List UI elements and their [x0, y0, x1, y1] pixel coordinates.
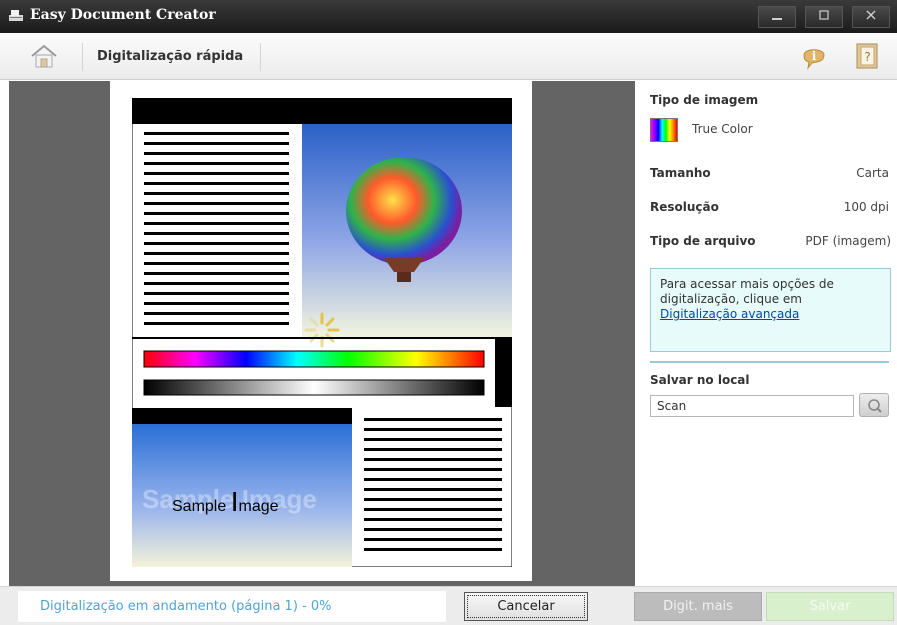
panel-divider [650, 361, 889, 363]
file-type-value[interactable]: PDF (imagem) [805, 234, 891, 248]
true-color-icon [650, 118, 678, 142]
size-value[interactable]: Carta [856, 166, 889, 180]
resolution-value[interactable]: 100 dpi [844, 200, 889, 214]
save-location-input[interactable] [650, 395, 854, 417]
image-type-label: Tipo de imagem [650, 93, 759, 107]
info-icon: i [803, 49, 825, 70]
sample-caption-before: Sample [172, 498, 231, 515]
minimize-button[interactable] [758, 6, 796, 28]
page-title: Digitalização rápida [97, 49, 244, 64]
help-button[interactable]: ? [855, 42, 881, 70]
maximize-icon [819, 10, 829, 20]
sample-caption-after: mage [238, 498, 278, 515]
info-icon-glyph: i [812, 49, 817, 63]
image-type-value[interactable]: True Color [692, 122, 753, 136]
home-icon [31, 44, 57, 68]
toolbar: Digitalização rápida i ? [0, 33, 897, 80]
search-icon [868, 399, 882, 413]
minimize-icon [772, 18, 782, 20]
info-button[interactable]: i [800, 43, 828, 71]
save-location-label: Salvar no local [650, 373, 750, 387]
scan-settings-panel: Tipo de imagem True Color Tamanho Carta … [636, 81, 897, 586]
save-button[interactable]: Salvar [766, 592, 894, 621]
close-icon [866, 10, 876, 20]
browse-location-button[interactable] [859, 393, 889, 417]
help-icon: ? [856, 43, 878, 69]
sample-caption-i: I [231, 486, 239, 517]
title-bar[interactable]: Easy Document Creator [0, 0, 897, 33]
bottom-bar: Digitalização em andamento (página 1) - … [0, 586, 897, 625]
preview-page: Sample Image Sample Image [110, 81, 532, 581]
home-button[interactable] [24, 41, 64, 71]
scanner-icon [9, 10, 23, 21]
toolbar-divider [260, 43, 261, 71]
scan-more-button[interactable]: Digit. mais [634, 592, 762, 621]
scan-preview-area: Sample Image Sample Image [9, 81, 635, 586]
file-type-label: Tipo de arquivo [650, 234, 756, 248]
app-window: Easy Document Creator Digitalização rápi… [0, 0, 897, 625]
resolution-label: Resolução [650, 200, 719, 214]
advanced-scan-info-box: Para acessar mais opções de digitalizaçã… [650, 268, 891, 352]
advanced-scan-info-text: Para acessar mais opções de digitalizaçã… [660, 277, 834, 306]
size-label: Tamanho [650, 166, 711, 180]
scan-status: Digitalização em andamento (página 1) - … [18, 591, 446, 622]
toolbar-divider [82, 43, 83, 71]
maximize-button[interactable] [805, 6, 843, 28]
help-icon-glyph: ? [864, 50, 870, 64]
cancel-button[interactable]: Cancelar [464, 592, 588, 621]
window-title: Easy Document Creator [30, 7, 216, 23]
sample-image: Sample Image Sample Image [132, 98, 512, 567]
close-button[interactable] [852, 6, 890, 28]
advanced-scan-link[interactable]: Digitalização avançada [660, 307, 799, 321]
